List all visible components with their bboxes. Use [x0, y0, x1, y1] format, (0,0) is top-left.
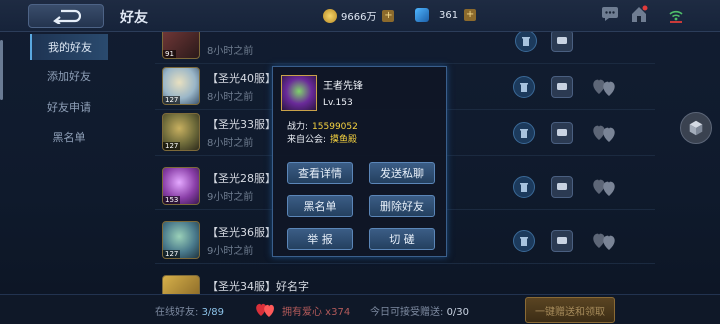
love-count: 拥有爱心 x374 [282, 307, 351, 318]
avatar [162, 275, 200, 294]
blue-gem-icon [415, 8, 429, 22]
trash-icon [520, 183, 528, 192]
friend-last-seen: 8小时之前 [207, 46, 254, 57]
duel-button[interactable]: 切 磋 [369, 228, 435, 250]
chat-bubble-icon [557, 237, 567, 244]
gold-resource: 9666万 + [323, 8, 395, 23]
game-screen: 好友 9666万 + 361 + 我的好友 添加好友 好友申请 黑名单 91 8… [0, 0, 720, 324]
message-button[interactable] [551, 230, 573, 252]
chat-bubble-icon [557, 37, 567, 44]
blacklist-button[interactable]: 黑名单 [287, 195, 353, 217]
love-hearts-icon [256, 303, 274, 317]
send-love-icon[interactable] [590, 74, 618, 98]
chat-icon[interactable] [601, 6, 619, 22]
trash-icon [522, 37, 530, 46]
chat-bubble-icon [557, 129, 567, 136]
gem-resource: 361 + [415, 8, 477, 22]
bottom-bar: 在线好友: 3/89 拥有爱心 x374 今日可接受赠送: 0/30 一键赠送和… [0, 294, 720, 324]
avatar: 127 [162, 113, 200, 151]
signal-icon [669, 10, 683, 23]
delete-friend-button[interactable] [515, 32, 537, 52]
sidebar-item-my-friends[interactable]: 我的好友 [30, 34, 108, 60]
delete-friend-popup-button[interactable]: 删除好友 [369, 195, 435, 217]
list-item[interactable]: 【圣光34服】好名字 [155, 272, 655, 294]
back-arrow-icon [53, 9, 81, 24]
top-bar: 好友 9666万 + 361 + [0, 0, 720, 32]
chat-bubble-icon [557, 83, 567, 90]
chat-bubble-icon [557, 183, 567, 190]
view-details-button[interactable]: 查看详情 [287, 162, 353, 184]
message-button[interactable] [551, 32, 573, 52]
trash-icon [520, 83, 528, 92]
friend-name: 【圣光36服】 [207, 226, 276, 239]
back-button[interactable] [28, 4, 104, 28]
friend-name: 【圣光40服】 [207, 72, 276, 85]
delete-friend-button[interactable] [513, 76, 535, 98]
friend-last-seen: 8小时之前 [207, 138, 254, 149]
trash-icon [520, 237, 528, 246]
message-button[interactable] [551, 76, 573, 98]
popup-player-level: Lv.153 [323, 98, 353, 108]
add-gold-icon[interactable]: + [382, 9, 395, 22]
add-gem-icon[interactable]: + [464, 9, 477, 21]
friend-last-seen: 9小时之前 [207, 246, 254, 257]
trash-icon [520, 129, 528, 138]
friend-last-seen: 8小时之前 [207, 92, 254, 103]
delete-friend-button[interactable] [513, 176, 535, 198]
sidebar-item-add-friend[interactable]: 添加好友 [30, 63, 108, 89]
popup-player-name: 王者先锋 [323, 81, 363, 92]
daily-receive: 今日可接受赠送: 0/30 [370, 307, 470, 318]
friend-last-seen: 9小时之前 [207, 192, 254, 203]
send-love-icon[interactable] [590, 228, 618, 252]
cube-menu-button[interactable] [680, 112, 712, 144]
message-button[interactable] [551, 176, 573, 198]
report-button[interactable]: 举 报 [287, 228, 353, 250]
page-title: 好友 [120, 10, 148, 26]
avatar: 127 [162, 221, 200, 259]
avatar: 91 [162, 32, 200, 59]
delete-friend-button[interactable] [513, 122, 535, 144]
message-button[interactable] [551, 122, 573, 144]
popup-avatar [281, 75, 317, 111]
friend-name: 【圣光33服】 [207, 118, 276, 131]
avatar: 153 [162, 167, 200, 205]
avatar: 127 [162, 67, 200, 105]
delete-friend-button[interactable] [513, 230, 535, 252]
sidebar-item-friend-requests[interactable]: 好友申请 [30, 94, 108, 120]
home-icon[interactable] [630, 5, 648, 23]
one-click-gift-button[interactable]: 一键赠送和领取 [525, 297, 615, 323]
gem-value: 361 [439, 9, 459, 21]
friend-name: 【圣光28服】 [207, 172, 276, 185]
gold-value: 9666万 [341, 12, 377, 23]
popup-guild: 来自公会: 摸鱼殿 [287, 135, 358, 145]
list-item[interactable]: 91 8小时之前 [155, 32, 655, 64]
side-nav: 我的好友 添加好友 好友申请 黑名单 [0, 32, 140, 292]
side-accent-bar [0, 40, 3, 100]
send-love-icon[interactable] [590, 120, 618, 144]
sidebar-item-blacklist[interactable]: 黑名单 [30, 124, 108, 150]
online-friends: 在线好友: 3/89 [155, 307, 225, 318]
cube-icon [689, 120, 703, 136]
friend-info-popup: 王者先锋 Lv.153 战力: 15599052 来自公会: 摸鱼殿 查看详情 发送… [272, 66, 447, 257]
send-love-icon[interactable] [590, 174, 618, 198]
friend-name: 【圣光34服】好名字 [207, 280, 309, 293]
private-chat-button[interactable]: 发送私聊 [369, 162, 435, 184]
gold-coin-icon [323, 8, 337, 23]
popup-power: 战力: 15599052 [287, 122, 358, 132]
